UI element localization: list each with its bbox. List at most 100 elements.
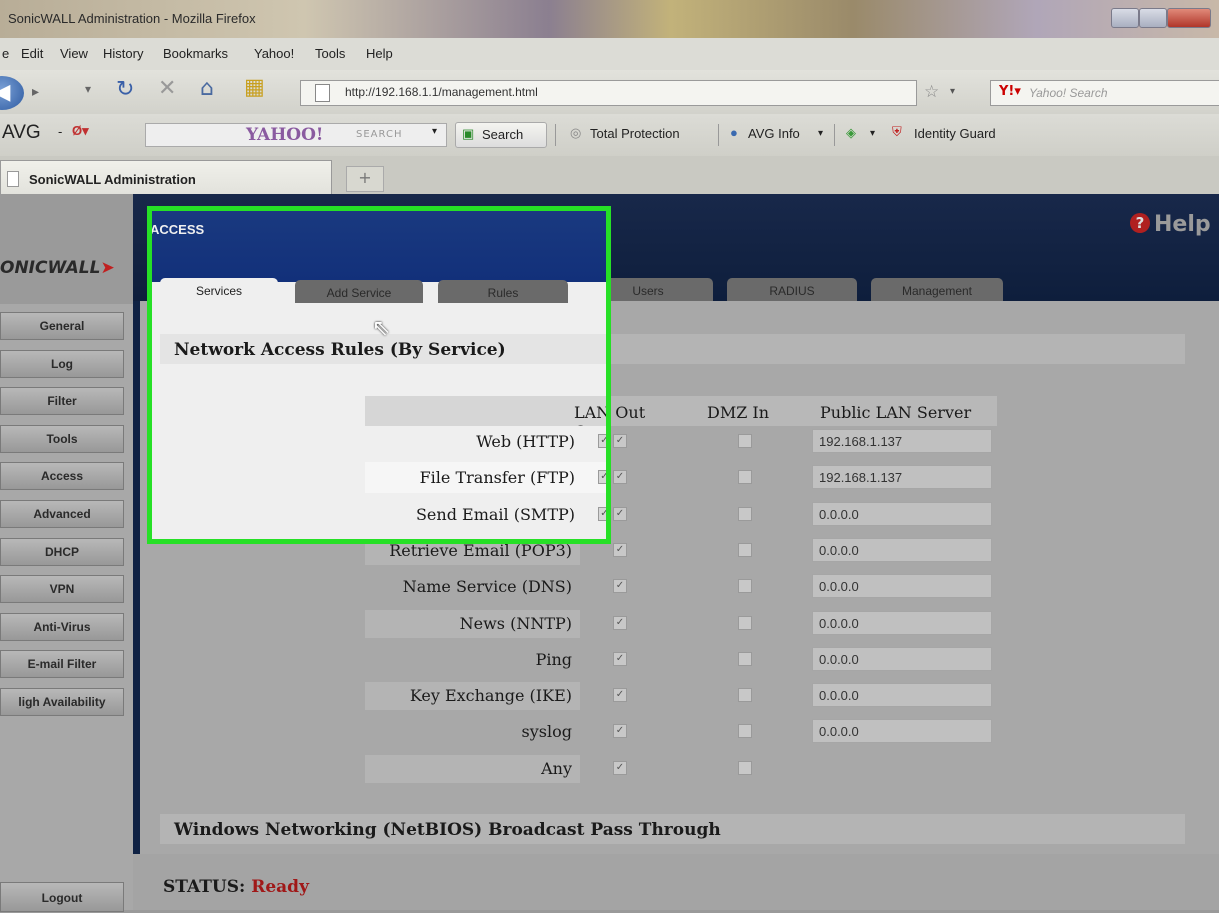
public-server-ip-input[interactable]: 0.0.0.0 bbox=[812, 537, 992, 562]
nav-general[interactable]: General bbox=[0, 312, 124, 340]
nav-advanced[interactable]: Advanced bbox=[0, 500, 124, 528]
forward-arrow-icon[interactable]: ▸ bbox=[32, 84, 39, 100]
table-row: Name Service (DNS) ✓ 0.0.0.0 bbox=[365, 571, 997, 602]
chevron-down-icon[interactable]: ▾ bbox=[432, 126, 437, 137]
lan-out-checkbox[interactable]: ✓ bbox=[613, 615, 627, 630]
service-name: Name Service (DNS) bbox=[402, 577, 572, 597]
col-public-lan-server: Public LAN Server bbox=[820, 403, 972, 422]
star-bookmark-icon[interactable]: ☆ bbox=[924, 82, 939, 102]
nav-dhcp[interactable]: DHCP bbox=[0, 538, 124, 566]
lan-out-checkbox[interactable]: ✓ bbox=[613, 724, 627, 739]
chevron-down-icon[interactable]: ▾ bbox=[818, 128, 823, 139]
nav-anti-virus[interactable]: Anti-Virus bbox=[0, 613, 124, 641]
chevron-down-icon[interactable]: ▾ bbox=[870, 128, 875, 139]
public-server-ip-input[interactable]: 0.0.0.0 bbox=[812, 646, 992, 671]
menu-bookmarks[interactable]: Bookmarks bbox=[163, 46, 228, 61]
nav-log[interactable]: Log bbox=[0, 350, 124, 378]
menu-view[interactable]: View bbox=[60, 46, 88, 61]
menu-edit[interactable]: Edit bbox=[21, 46, 43, 61]
lan-out-checkbox[interactable]: ✓ bbox=[613, 688, 627, 703]
bookmark-manager-icon[interactable]: ▦ bbox=[244, 75, 265, 100]
close-window-button[interactable] bbox=[1167, 8, 1211, 28]
dmz-in-checkbox[interactable] bbox=[738, 506, 752, 521]
search-button[interactable]: ▣ Search bbox=[455, 122, 547, 148]
lan-out-checkbox[interactable]: ✓ bbox=[613, 579, 627, 594]
dmz-in-checkbox[interactable] bbox=[738, 724, 752, 739]
dmz-in-checkbox[interactable] bbox=[738, 434, 752, 448]
yahoo-search-hint: SEARCH bbox=[356, 129, 403, 140]
lan-out-checkbox[interactable]: ✓ bbox=[613, 651, 627, 666]
lan-out-checkbox[interactable]: ✓ bbox=[613, 506, 627, 521]
yahoo-search-box[interactable]: YAHOO! SEARCH bbox=[145, 123, 447, 147]
avg-info-link[interactable]: AVG Info bbox=[748, 126, 800, 141]
dmz-in-checkbox[interactable] bbox=[738, 760, 752, 775]
dmz-in-checkbox[interactable] bbox=[738, 651, 752, 666]
identity-guard-link[interactable]: Identity Guard bbox=[914, 126, 996, 141]
lan-out-checkbox[interactable]: ✓ bbox=[613, 470, 627, 485]
service-name: Any bbox=[541, 758, 572, 778]
new-tab-button[interactable]: + bbox=[346, 166, 384, 192]
nav-high-availability[interactable]: ligh Availability bbox=[0, 688, 124, 716]
browser-tab[interactable]: SonicWALL Administration bbox=[0, 160, 332, 195]
public-server-ip-input[interactable]: 0.0.0.0 bbox=[812, 610, 992, 635]
menu-yahoo[interactable]: Yahoo! bbox=[254, 46, 294, 61]
maximize-button[interactable] bbox=[1139, 8, 1167, 28]
public-server-ip-input[interactable]: 0.0.0.0 bbox=[812, 719, 992, 744]
help-link[interactable]: ? Help bbox=[1130, 212, 1211, 237]
logo-text: ONICWALL bbox=[0, 258, 101, 278]
dmz-in-checkbox[interactable] bbox=[738, 688, 752, 703]
history-dropdown-icon[interactable]: ▾ bbox=[85, 82, 91, 96]
dmz-in-checkbox[interactable] bbox=[738, 615, 752, 630]
menu-file[interactable]: e bbox=[2, 46, 9, 61]
logout-button[interactable]: Logout bbox=[0, 882, 124, 912]
browser-tab-title: SonicWALL Administration bbox=[29, 172, 196, 187]
chevron-down-icon[interactable]: ▾ bbox=[950, 86, 955, 97]
dmz-in-checkbox[interactable] bbox=[738, 542, 752, 557]
dmz-in-checkbox[interactable] bbox=[738, 579, 752, 594]
window-title: SonicWALL Administration - Mozilla Firef… bbox=[8, 11, 256, 26]
nav-vpn[interactable]: VPN bbox=[0, 575, 124, 603]
status-value: Ready bbox=[251, 877, 309, 897]
nav-filter[interactable]: Filter bbox=[0, 387, 124, 415]
logo-area bbox=[0, 194, 133, 304]
help-label: Help bbox=[1154, 212, 1211, 237]
page-icon bbox=[7, 171, 19, 187]
minimize-button[interactable] bbox=[1111, 8, 1139, 28]
service-name: syslog bbox=[521, 722, 572, 742]
lan-out-checkbox[interactable]: ✓ bbox=[613, 434, 627, 448]
menu-help[interactable]: Help bbox=[366, 46, 393, 61]
search-input[interactable]: Y!▾ Yahoo! Search bbox=[990, 80, 1219, 106]
service-name: News (NNTP) bbox=[459, 613, 572, 633]
nav-tools[interactable]: Tools bbox=[0, 425, 124, 453]
nav-email-filter[interactable]: E-mail Filter bbox=[0, 650, 124, 678]
avg-logo[interactable]: AVG bbox=[2, 122, 41, 144]
tab-management[interactable]: Management bbox=[871, 278, 1003, 301]
menu-history[interactable]: History bbox=[103, 46, 143, 61]
menu-tools[interactable]: Tools bbox=[315, 46, 345, 61]
public-server-ip-input[interactable]: 0.0.0.0 bbox=[812, 683, 992, 708]
public-server-ip-input[interactable]: 0.0.0.0 bbox=[812, 574, 992, 599]
public-server-ip-input[interactable]: 192.168.1.137 bbox=[812, 465, 992, 490]
status-text: STATUS: Ready bbox=[163, 877, 309, 897]
address-bar[interactable]: http://192.168.1.1/management.html bbox=[300, 80, 917, 106]
home-icon[interactable]: ⌂ bbox=[200, 76, 214, 101]
service-name: Ping bbox=[535, 649, 572, 669]
nav-access[interactable]: Access bbox=[0, 462, 124, 490]
lan-out-checkbox[interactable]: ✓ bbox=[613, 760, 627, 775]
back-arrow-icon[interactable]: ◀ bbox=[0, 76, 24, 110]
reload-icon[interactable]: ↻ bbox=[116, 77, 134, 102]
stop-icon[interactable]: ✕ bbox=[158, 76, 176, 101]
tool-icon[interactable]: ◈ bbox=[846, 125, 856, 141]
divider bbox=[133, 301, 140, 910]
question-icon: ? bbox=[1130, 213, 1150, 233]
status-label: STATUS: bbox=[163, 877, 246, 897]
separator-dash: - bbox=[58, 124, 63, 139]
lan-out-checkbox[interactable]: ✓ bbox=[613, 542, 627, 557]
public-server-ip-input[interactable]: 192.168.1.137 bbox=[812, 429, 992, 453]
total-protection-link[interactable]: Total Protection bbox=[590, 126, 680, 141]
avg-dropdown-icon[interactable]: Ø▾ bbox=[72, 123, 89, 139]
dmz-in-checkbox[interactable] bbox=[738, 470, 752, 485]
public-server-ip-input[interactable]: 0.0.0.0 bbox=[812, 501, 992, 526]
tab-radius[interactable]: RADIUS bbox=[727, 278, 857, 301]
sonicwall-logo: ONICWALL➤ bbox=[0, 258, 115, 278]
